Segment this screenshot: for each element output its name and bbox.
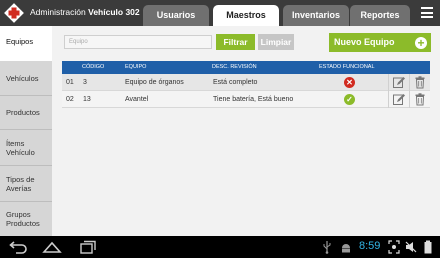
table-row[interactable]: 02 13 Avantel Tiene batería, Está bueno …: [62, 91, 430, 108]
trash-icon[interactable]: [413, 76, 427, 89]
sidebar-item-vehiculos[interactable]: Vehículos: [0, 61, 52, 96]
android-debug-icon: [342, 244, 350, 253]
sidebar-item-label: Equipos: [6, 36, 34, 46]
tab-maestros[interactable]: Maestros: [213, 5, 279, 26]
recent-apps-icon[interactable]: [78, 240, 98, 254]
home-icon[interactable]: [42, 240, 62, 254]
filter-button[interactable]: Filtrar: [216, 34, 255, 50]
screenshot-icon: [388, 240, 400, 254]
app-name: Administración: [30, 7, 86, 17]
sidebar-item-label: Vehículos: [6, 73, 39, 83]
back-icon[interactable]: [8, 240, 28, 254]
search-input[interactable]: Equipo: [64, 35, 212, 49]
edit-icon[interactable]: [392, 93, 406, 106]
sidebar-item-label: Ítems Vehículo: [6, 138, 35, 157]
system-clock: 8:59: [359, 240, 381, 252]
tab-inventarios[interactable]: Inventarios: [283, 5, 349, 26]
table-row[interactable]: 01 3 Equipo de órganos Está completo ✕: [62, 74, 430, 91]
column-header-equipment: EQUIPO: [125, 64, 147, 70]
tab-reportes[interactable]: Reportes: [350, 5, 410, 26]
usb-icon: [323, 241, 331, 254]
hamburger-menu-icon[interactable]: [421, 7, 433, 18]
plus-icon: +: [415, 36, 427, 49]
row-review: Está completo: [213, 79, 258, 86]
row-review: Tiene batería, Está bueno: [213, 96, 294, 103]
row-index: 02: [66, 96, 74, 103]
edit-icon[interactable]: [392, 76, 406, 89]
column-header-review: DESC. REVISIÓN: [212, 64, 257, 70]
sidebar-item-productos[interactable]: Productos: [0, 96, 52, 130]
sidebar-item-grupos-productos[interactable]: Grupos Productos: [0, 202, 52, 236]
app-logo: [4, 3, 24, 23]
trash-icon[interactable]: [413, 93, 427, 106]
status-error-icon: ✕: [344, 77, 355, 88]
app-title: Administración Vehículo 302: [30, 7, 140, 17]
column-header-code: CÓDIGO: [82, 64, 105, 70]
app-header: Administración Vehículo 302 Usuarios Mae…: [0, 0, 440, 26]
sidebar-item-label: Productos: [6, 108, 40, 117]
table-header: CÓDIGO EQUIPO DESC. REVISIÓN ESTADO FUNC…: [62, 61, 430, 74]
status-ok-icon: ✓: [344, 94, 355, 105]
new-equipment-button[interactable]: Nuevo Equipo +: [329, 33, 431, 52]
sidebar-item-items-vehiculo[interactable]: Ítems Vehículo: [0, 130, 52, 166]
battery-icon: [424, 240, 432, 254]
sidebar-item-label: Grupos Productos: [6, 210, 40, 228]
sidebar-item-label: Tipos de Averías: [6, 174, 35, 193]
column-header-status: ESTADO FUNCIONAL: [319, 64, 375, 70]
sidebar: Equipos Vehículos Productos Ítems Vehícu…: [0, 26, 52, 236]
vehicle-label: Vehículo 302: [88, 7, 140, 17]
tab-usuarios[interactable]: Usuarios: [143, 5, 209, 26]
sidebar-item-tipos-averias[interactable]: Tipos de Averías: [0, 166, 52, 202]
row-index: 01: [66, 79, 74, 86]
clear-button[interactable]: Limpiar: [258, 34, 294, 50]
new-equipment-label: Nuevo Equipo: [334, 37, 395, 47]
volume-mute-icon: [405, 241, 417, 253]
row-equipment: Equipo de órganos: [125, 79, 184, 86]
main-content: [52, 26, 440, 236]
row-equipment: Avantel: [125, 96, 149, 103]
row-code: 13: [83, 96, 91, 103]
row-code: 3: [83, 79, 87, 86]
system-navigation-bar: 8:59: [0, 236, 440, 258]
sidebar-item-equipos[interactable]: Equipos: [0, 26, 52, 56]
